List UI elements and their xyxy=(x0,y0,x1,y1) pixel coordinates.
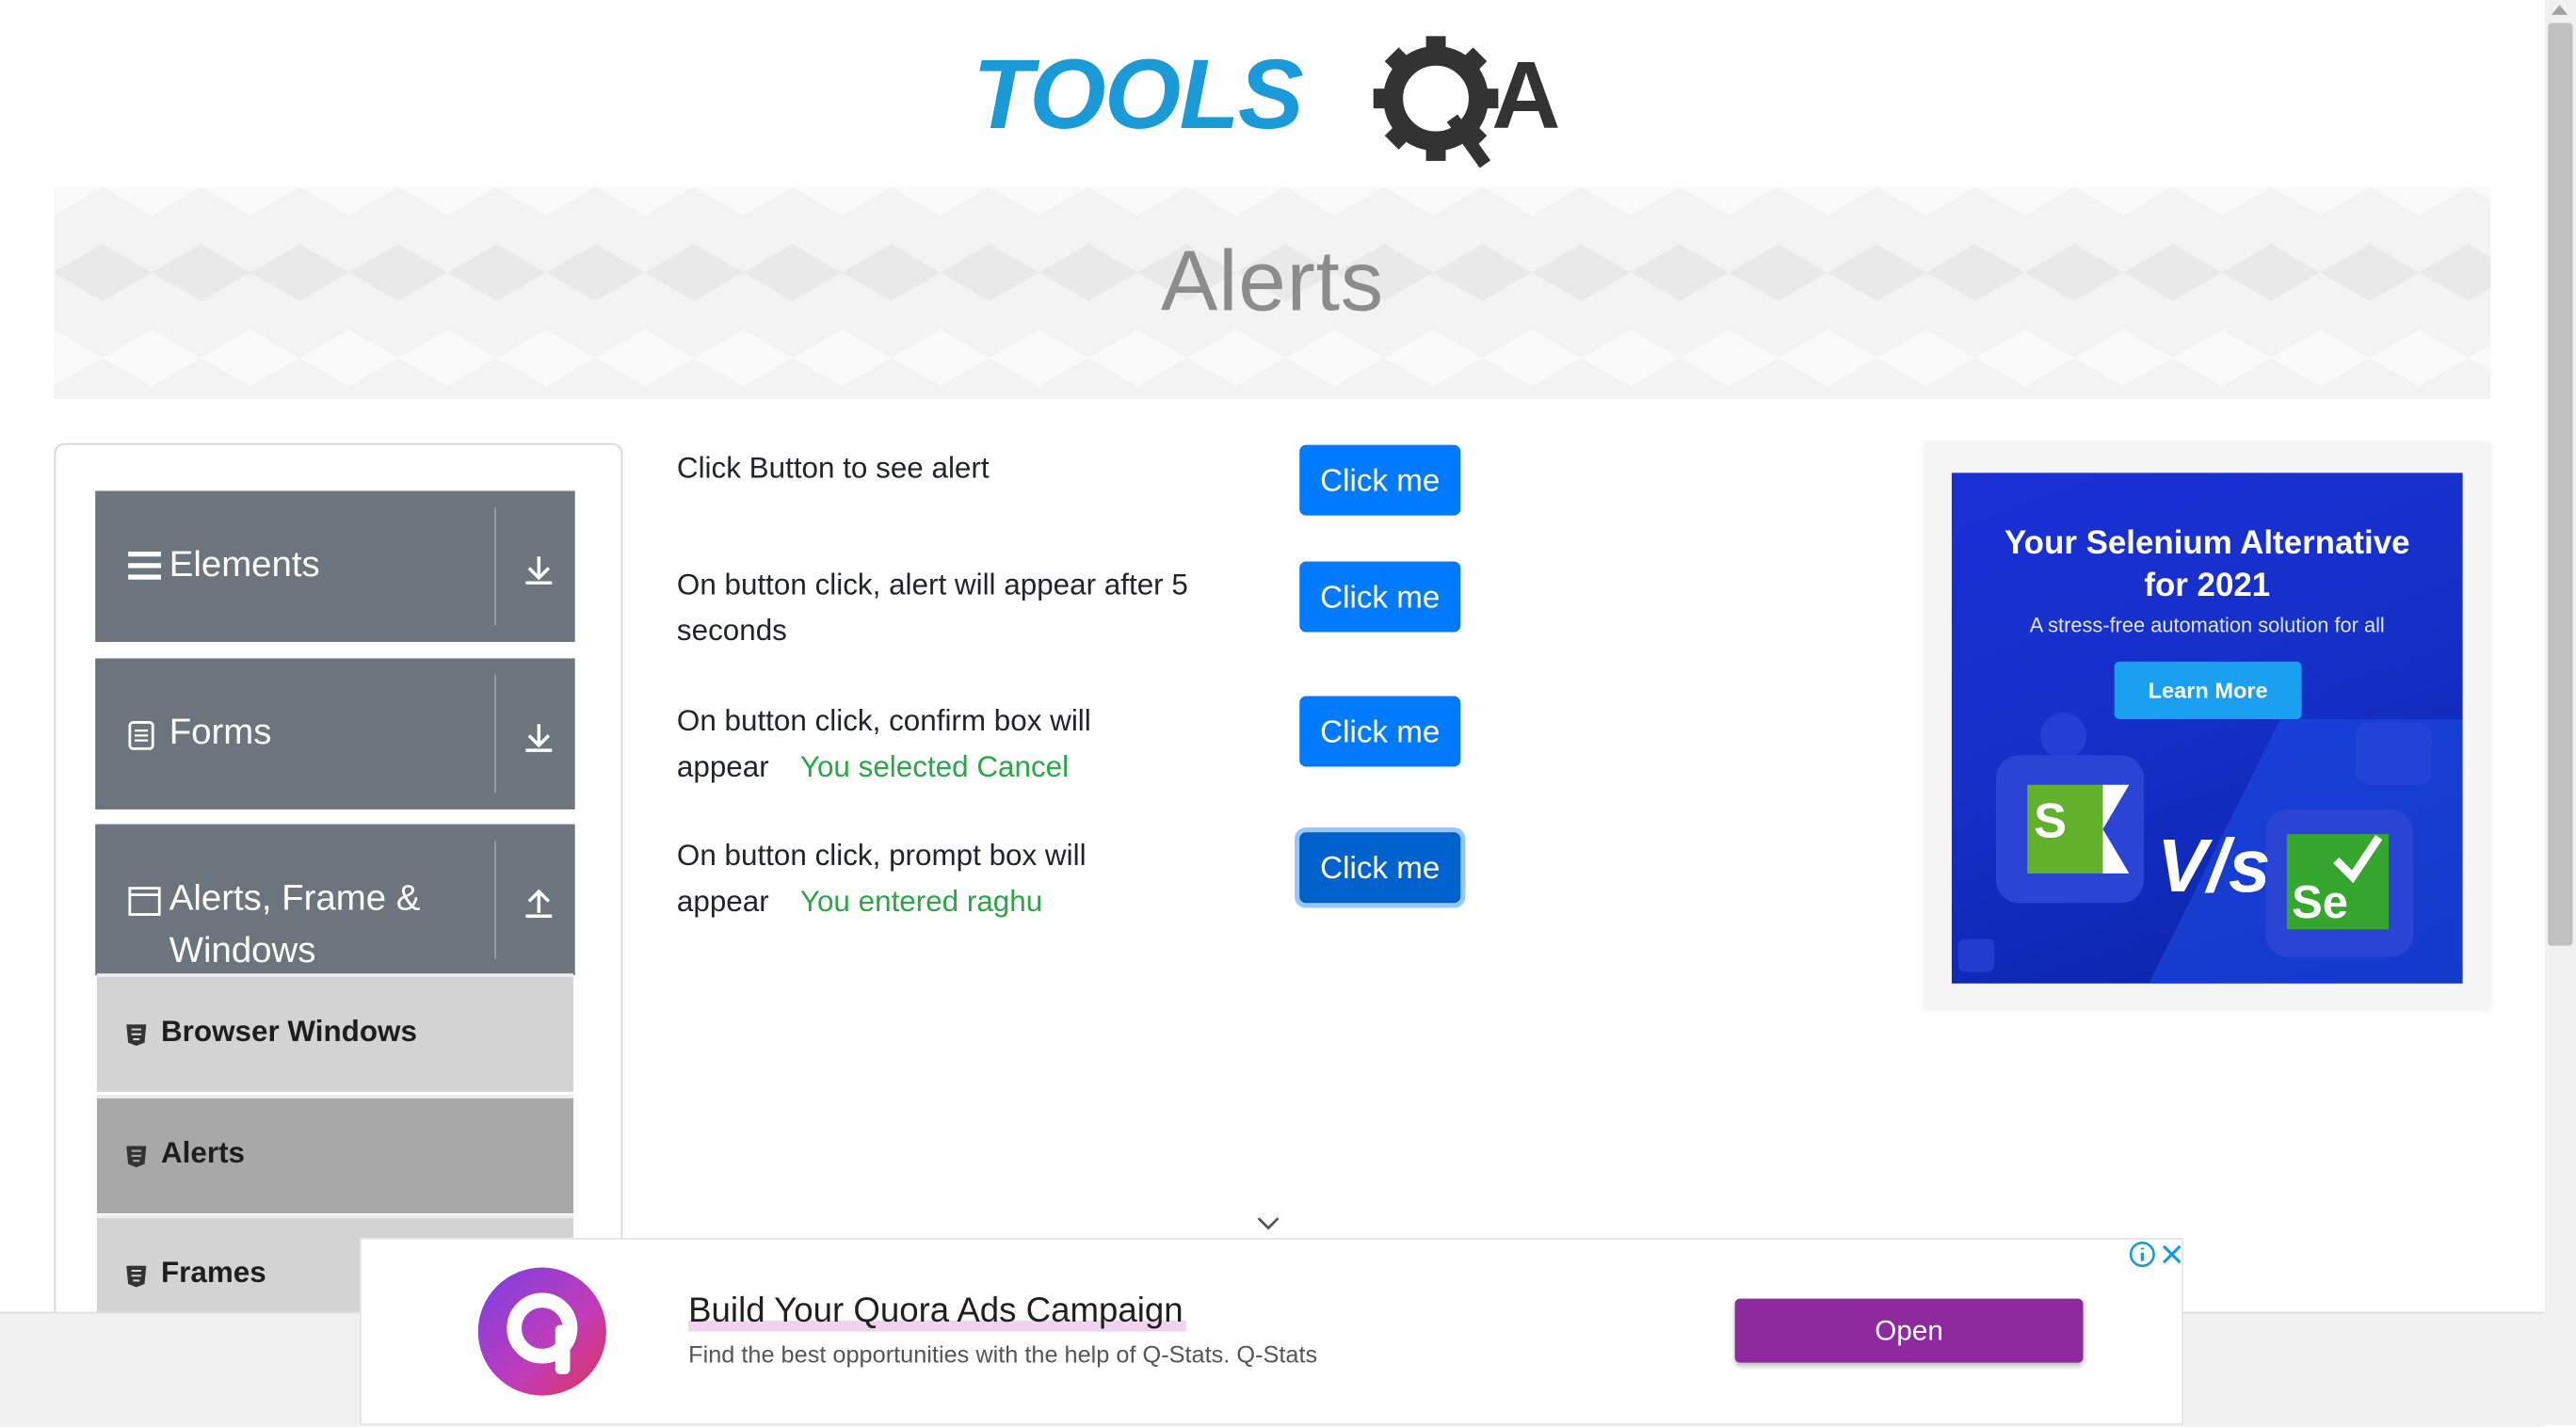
ad-description: Find the best opportunities with the hel… xyxy=(688,1342,1318,1370)
ad-title-line-1: Your Selenium Alternative xyxy=(2004,525,2410,562)
timer-alert-button[interactable]: Click me xyxy=(1299,561,1461,633)
selenium-logo-letter: Se xyxy=(2292,876,2348,928)
prompt-result: You entered raghu xyxy=(799,885,1043,919)
html5-icon xyxy=(125,1264,148,1288)
divider xyxy=(494,841,496,959)
text-line-2: appear xyxy=(676,750,769,783)
sidebar: Elements Forms Alerts, Frame & Windows B… xyxy=(54,442,623,1367)
page-title: Alerts xyxy=(1160,234,1384,330)
page-scrollbar[interactable] xyxy=(2544,0,2576,1425)
confirm-button[interactable]: Click me xyxy=(1299,696,1461,767)
scrollbar-thumb[interactable] xyxy=(2548,23,2573,946)
html5-icon xyxy=(125,1023,148,1047)
sidebar-group-label: Alerts, Frame & Windows xyxy=(169,872,421,977)
ad-title-line-2: for 2021 xyxy=(2144,568,2271,604)
upload-arrow-icon xyxy=(523,887,555,920)
text-line-2: appear xyxy=(676,885,769,919)
document-icon xyxy=(128,721,154,759)
scroll-up-icon[interactable] xyxy=(2551,5,2568,15)
logo-a-text: A xyxy=(1491,42,1560,149)
close-icon[interactable] xyxy=(2157,1240,2186,1269)
text-line-1: On button click, confirm box will xyxy=(676,704,1091,738)
sidebar-ad[interactable]: Your Selenium Alternative for 2021 A str… xyxy=(1924,442,2491,1010)
chevron-down-icon[interactable] xyxy=(1255,1211,1281,1231)
confirm-result: You selected Cancel xyxy=(799,750,1070,783)
confirm-row-text: On button click, confirm box will appear… xyxy=(677,697,1235,790)
quora-logo-icon xyxy=(476,1266,608,1398)
sidebar-item-label: Alerts xyxy=(161,1135,246,1169)
divider xyxy=(494,674,496,794)
alert-row-text: Click Button to see alert xyxy=(676,451,990,485)
prompt-button[interactable]: Click me xyxy=(1299,832,1461,904)
bottom-ad-banner[interactable]: Build Your Quora Ads Campaign Find the b… xyxy=(360,1238,2183,1425)
prompt-row-text: On button click, prompt box will appear … xyxy=(677,832,1235,924)
katalon-logo-letter: S xyxy=(2034,794,2068,849)
download-arrow-icon xyxy=(523,553,555,586)
logo-tools-text: TOOLS xyxy=(973,40,1303,150)
learn-more-button[interactable]: Learn More xyxy=(2114,661,2302,719)
sidebar-group-forms[interactable]: Forms xyxy=(95,658,575,810)
html5-icon xyxy=(125,1145,148,1168)
info-icon[interactable] xyxy=(2128,1240,2157,1269)
sidebar-item-alerts[interactable]: Alerts xyxy=(96,1095,573,1213)
ad-title: Your Selenium Alternative for 2021 xyxy=(1952,522,2463,608)
sidebar-group-label: Elements xyxy=(169,543,320,585)
ad-subtitle: A stress-free automation solution for al… xyxy=(2029,614,2385,637)
label-line-2: Windows xyxy=(169,929,316,970)
text-line-1: On button click, prompt box will xyxy=(676,839,1087,873)
timer-alert-row-text: On button click, alert will appear after… xyxy=(677,562,1285,654)
download-arrow-icon xyxy=(523,721,555,754)
page-banner: Alerts xyxy=(54,186,2491,399)
window-icon xyxy=(128,887,161,924)
sidebar-group-alerts-frame-windows[interactable]: Alerts, Frame & Windows xyxy=(95,824,575,977)
text-line-1: On button click, alert will appear after… xyxy=(676,568,1188,601)
sidebar-item-label: Browser Windows xyxy=(161,1014,417,1048)
open-button[interactable]: Open xyxy=(1734,1298,2084,1363)
divider xyxy=(494,506,496,626)
sidebar-group-elements[interactable]: Elements xyxy=(95,490,575,642)
sidebar-item-label: Frames xyxy=(161,1256,266,1290)
hamburger-icon xyxy=(128,552,162,589)
versus-text: V/s xyxy=(2157,822,2271,908)
alert-button[interactable]: Click me xyxy=(1299,444,1461,516)
sidebar-item-browser-windows[interactable]: Browser Windows xyxy=(96,973,573,1092)
toolsqa-logo[interactable]: TOOLS A xyxy=(969,26,1580,174)
sidebar-group-label: Forms xyxy=(169,711,272,752)
text-line-2: seconds xyxy=(676,614,787,648)
label-line-1: Alerts, Frame & xyxy=(169,876,421,919)
ad-headline[interactable]: Build Your Quora Ads Campaign xyxy=(688,1291,1187,1332)
ad-creative[interactable]: Your Selenium Alternative for 2021 A str… xyxy=(1951,473,2463,984)
gear-icon xyxy=(1373,36,1499,168)
